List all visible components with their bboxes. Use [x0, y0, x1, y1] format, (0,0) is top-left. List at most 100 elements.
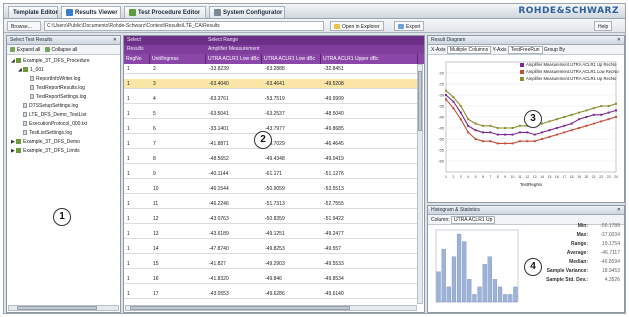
tab-system-configurator[interactable]: System Configurator — [209, 6, 285, 18]
tree-node[interactable]: ▶ Example_3T_DFS_Limits — [11, 147, 120, 156]
column-header[interactable]: UTRA ACLR1 Upper dBc — [321, 54, 418, 64]
y-tick-label: -35 — [438, 104, 445, 109]
histogram-bar — [462, 241, 467, 303]
close-icon[interactable]: ✕ — [617, 36, 621, 45]
tree-horizontal-scrollbar[interactable] — [8, 305, 119, 311]
collapse-all-label: Collapse all — [51, 47, 78, 53]
data-point — [592, 122, 595, 125]
tree-node[interactable]: ExecutionProtocol_000.txt — [11, 120, 120, 129]
table-row[interactable]: 1 6 -33.1401 -43.7977 -49.8685 — [124, 124, 418, 134]
y-axis-select[interactable]: TestFreeRun — [507, 46, 543, 54]
table-row[interactable]: 1 8 -48.5652 -49.4348 -49.0419 — [124, 154, 418, 164]
table-cell: -48.5652 — [209, 156, 229, 162]
table-cell: -33.1401 — [209, 126, 229, 132]
tree-node[interactable]: DTSSetupSettings.log — [11, 102, 120, 111]
x-tick-label: 17 — [562, 175, 566, 179]
collapse-icon — [44, 47, 50, 53]
column-header[interactable]: UTRA ACLR1 Low dBc — [206, 54, 262, 64]
folder-icon — [23, 67, 28, 73]
collapse-all-button[interactable]: Collapse all — [44, 47, 78, 53]
grid-horizontal-scrollbar[interactable] — [125, 305, 417, 311]
tree-node[interactable]: LTE_DFS_Demo_TestList — [11, 111, 120, 120]
column-header[interactable]: Unit/Ingress — [150, 54, 206, 64]
table-cell: 15 — [153, 261, 159, 267]
histogram-bar — [482, 264, 487, 303]
grid-group-header-left: Select — [127, 37, 141, 43]
expand-all-button[interactable]: Expand all — [10, 47, 40, 53]
table-row[interactable]: 1 5 -63.5041 -63.2537 -48.5040 — [124, 109, 418, 119]
table-row[interactable]: 1 9 -40.1144 -61.171 -51.1276 — [124, 169, 418, 179]
data-point — [555, 133, 558, 136]
table-row[interactable]: 1 16 -41.8320 -49.846 -49.8534 — [124, 274, 418, 284]
test-results-panel-title: Select Test Results — [10, 37, 53, 43]
data-point — [578, 127, 581, 129]
table-cell: -49.846 — [265, 276, 282, 282]
tab-template-editor[interactable]: Template Editor — [8, 6, 58, 18]
table-cell: -63.2537 — [265, 111, 285, 117]
y-tick-label: -60 — [438, 159, 445, 164]
table-row[interactable]: 1 17 -43.0553 -49.6286 -49.6140 — [124, 289, 418, 299]
table-cell: 10 — [153, 186, 159, 192]
grid-vertical-scrollbar[interactable] — [417, 64, 423, 304]
tree-node[interactable]: TestListSettings.log — [11, 129, 120, 138]
results-path-field[interactable]: C:\Users\Public\Documents\Rohde-Schwarz\… — [44, 21, 324, 31]
x-axis-select[interactable]: Multiple Columns — [446, 46, 492, 54]
export-button[interactable]: Export — [394, 21, 425, 31]
tree-node[interactable]: ◢ 1_001 — [11, 66, 120, 75]
browse-button[interactable]: Browse... — [7, 21, 41, 31]
table-row[interactable]: 1 15 -41.827 -49.2903 -49.5533 — [124, 259, 418, 269]
x-tick-label: 18 — [570, 175, 574, 179]
data-point — [504, 133, 507, 136]
table-row[interactable]: 1 4 -63.3761 -53.7519 -49.9999 — [124, 94, 418, 104]
table-row[interactable]: 1 12 -43.0763 -50.8359 -51.9422 — [124, 214, 418, 224]
group-by-select[interactable]: Group By — [544, 47, 565, 53]
data-point — [459, 105, 462, 107]
tree-node-label: TestReportSettings.log — [36, 94, 87, 100]
data-point — [533, 140, 536, 143]
table-row[interactable]: 1 13 -43.6189 -49.1251 -49.2477 — [124, 229, 418, 239]
column-select[interactable]: UTRA ACLR1 Up — [451, 216, 496, 224]
scroll-thumb[interactable] — [17, 306, 97, 310]
legend-swatch — [520, 70, 524, 74]
legend-label: Amplifier Measurement.UTRA ACLR1 Low Rec… — [526, 69, 619, 74]
table-row[interactable]: 1 3 -63.4040 -63.4641 -49.5208 — [124, 79, 418, 89]
column-header[interactable]: RegNo — [124, 54, 150, 64]
tree-node[interactable]: ◢ Example_3T_DFS_Procedure — [11, 57, 120, 66]
table-cell: 9 — [153, 171, 156, 177]
scroll-thumb[interactable] — [418, 71, 422, 131]
callout-badge-4: 4 — [524, 258, 542, 276]
table-cell: -63.3761 — [209, 96, 229, 102]
expand-icon — [10, 47, 15, 53]
open-in-explorer-button[interactable]: Open in Explorer — [330, 21, 384, 31]
close-icon[interactable]: ✕ — [113, 36, 117, 45]
help-button[interactable]: Help — [594, 21, 613, 31]
histogram-bar — [436, 271, 441, 303]
tree-node[interactable]: TestReportSettings.log — [11, 93, 120, 102]
tree-node[interactable]: TestReportResults.log — [11, 84, 120, 93]
scroll-thumb[interactable] — [130, 306, 350, 310]
table-row[interactable]: 1 14 -47.8740 -49.8253 -49.557 — [124, 244, 418, 254]
data-point — [555, 127, 558, 129]
y-tick-label: -30 — [438, 93, 445, 98]
table-cell: -32.8451 — [324, 66, 344, 72]
table-row[interactable]: 1 10 -46.1544 -50.9059 -53.5513 — [124, 184, 418, 194]
tree-node-label: DTSSetupSettings.log — [29, 103, 79, 109]
table-row[interactable]: 1 11 -46.2246 -51.7313 -52.7555 — [124, 199, 418, 209]
data-point — [555, 118, 558, 121]
tree-node[interactable]: ▶ Example_3T_DFS_Demo — [11, 138, 120, 147]
tab-test-procedure-editor[interactable]: Test Procedure Editor — [124, 6, 206, 18]
table-cell: 1 — [127, 246, 130, 252]
data-point — [541, 122, 544, 125]
diagram-toolbar: X-Axis Multiple Columns Y-Axis TestFreeR… — [428, 45, 624, 55]
column-header[interactable]: UTRA ACLR1 Low dBc — [262, 54, 321, 64]
data-point — [570, 113, 573, 116]
data-point — [548, 129, 551, 132]
tab-results-viewer[interactable]: Results Viewer — [61, 6, 121, 18]
table-cell: 14 — [153, 246, 159, 252]
tree-node-label: TestListSettings.log — [29, 130, 73, 136]
table-row[interactable]: 1 2 -33.8239 -63.2888 -32.8451 — [124, 64, 418, 74]
tree-node[interactable]: ReportInfoWriter.log — [11, 75, 120, 84]
result-diagram-panel: Result Diagram ✕ X-Axis Multiple Columns … — [427, 35, 625, 203]
data-point — [474, 129, 477, 132]
close-icon[interactable]: ✕ — [617, 206, 621, 215]
